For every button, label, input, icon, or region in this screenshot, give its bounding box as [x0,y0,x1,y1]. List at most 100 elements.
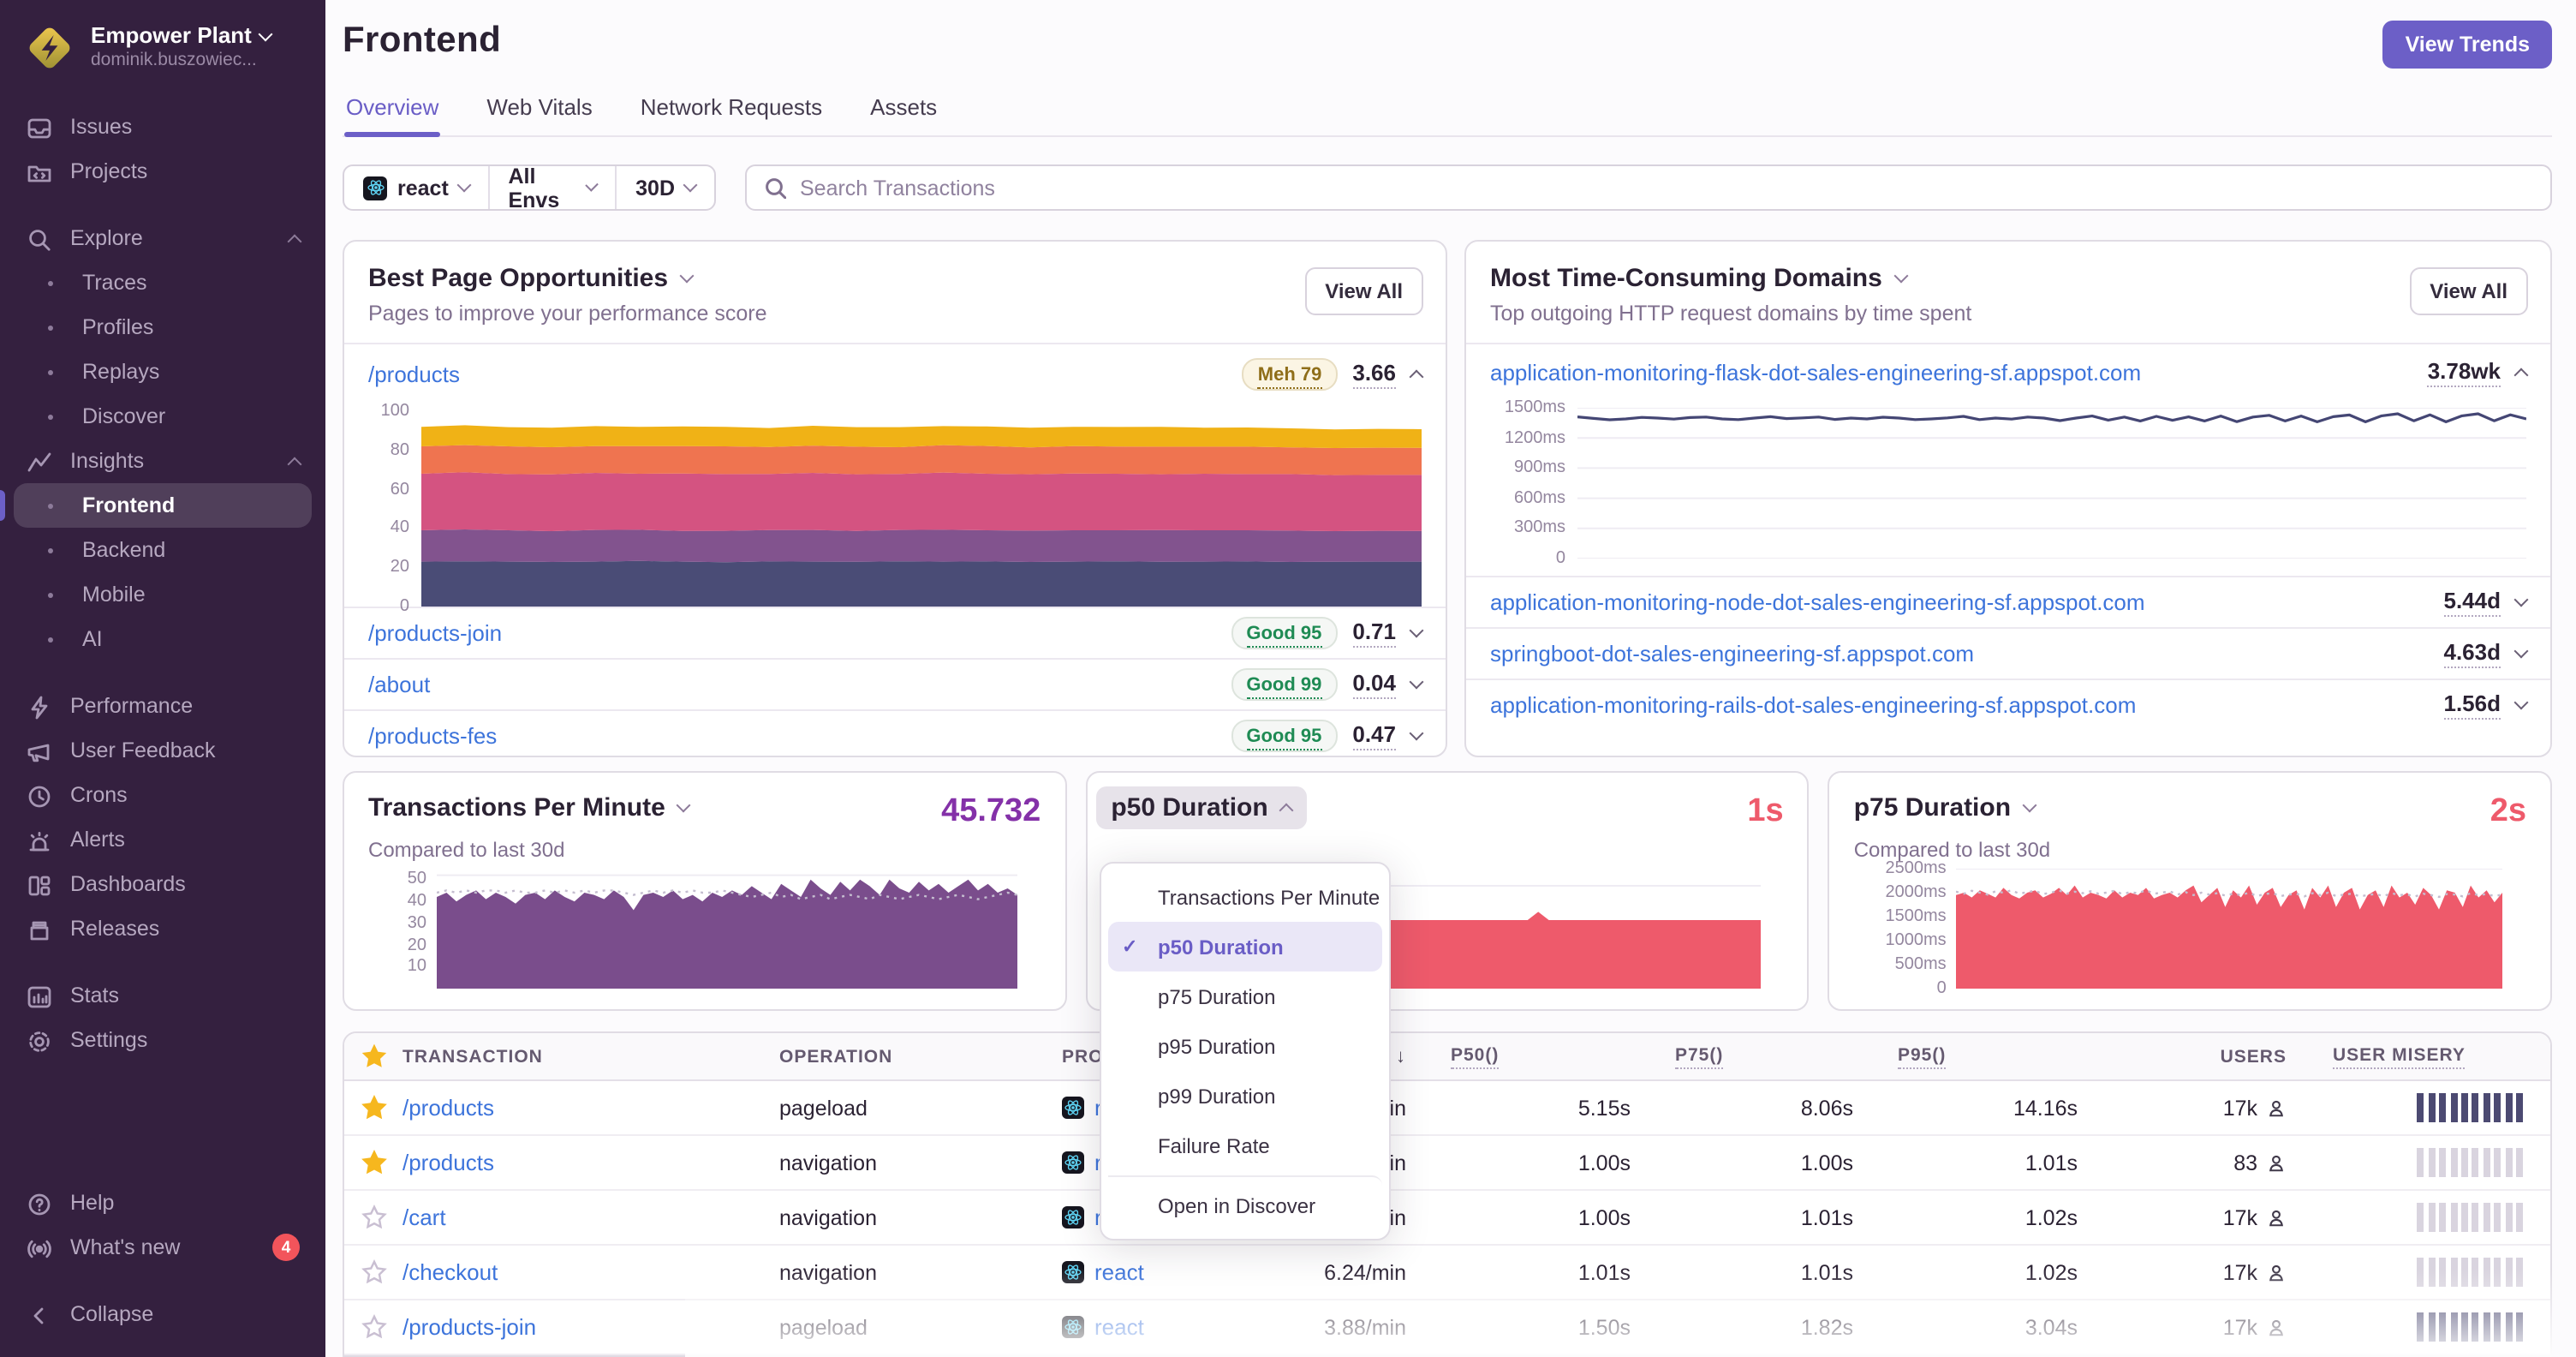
menu-item[interactable]: p99 Duration [1108,1071,1382,1121]
sidebar-item-ai[interactable]: AI [14,617,312,661]
chevron-down-icon[interactable] [1409,623,1424,638]
menu-item[interactable]: p75 Duration [1108,971,1382,1021]
project-filter[interactable]: react [344,166,488,209]
star-toggle[interactable] [344,1314,402,1340]
transaction-link[interactable]: /cart [402,1205,446,1230]
featured-page-row[interactable]: /products Meh 79 3.66 [344,344,1446,394]
time-spent-value[interactable]: 4.63d [2443,639,2501,668]
panel-title-group[interactable]: Best Page Opportunities [368,264,1422,293]
sidebar-item-backend[interactable]: Backend [14,528,312,572]
table-row[interactable]: /products navigation react /min 1.00s 1.… [344,1136,2550,1191]
opportunity-score[interactable]: 3.66 [1352,360,1396,389]
sidebar-item-mobile[interactable]: Mobile [14,572,312,617]
transaction-link[interactable]: /products [402,1095,494,1121]
chevron-down-icon[interactable] [2513,695,2529,710]
domain-row[interactable]: application-monitoring-rails-dot-sales-e… [1466,678,2550,730]
menu-item[interactable]: p95 Duration [1108,1021,1382,1071]
sidebar-item-profiles[interactable]: Profiles [14,305,312,350]
sidebar-item-crons[interactable]: Crons [14,773,312,817]
star-toggle[interactable] [344,1095,402,1121]
score-badge[interactable]: Good 99 [1231,668,1338,701]
sidebar-item-help[interactable]: Help [14,1181,312,1225]
opportunity-score[interactable]: 0.47 [1352,721,1396,750]
tab-assets[interactable]: Assets [868,94,939,135]
star-toggle[interactable] [344,1259,402,1285]
view-trends-button[interactable]: View Trends [2382,21,2552,69]
sidebar-item-user-feedback[interactable]: User Feedback [14,728,312,773]
domain-link[interactable]: springboot-dot-sales-engineering-sf.apps… [1490,641,1974,667]
date-range-filter[interactable]: 30D [617,166,714,209]
opportunity-score[interactable]: 0.71 [1352,619,1396,648]
time-spent-value[interactable]: 1.56d [2443,690,2501,720]
domain-link[interactable]: application-monitoring-flask-dot-sales-e… [1490,360,2141,386]
page-link[interactable]: /about [368,672,430,697]
sidebar-collapse-button[interactable]: Collapse [14,1292,312,1336]
column-header-p75[interactable]: P75() [1631,1044,1853,1068]
domain-row[interactable]: springboot-dot-sales-engineering-sf.apps… [1466,627,2550,678]
sidebar-item-alerts[interactable]: Alerts [14,817,312,862]
chevron-down-icon[interactable] [2513,643,2529,659]
sidebar-item-releases[interactable]: Releases [14,906,312,951]
transaction-link[interactable]: /products [402,1150,494,1175]
table-row[interactable]: /products pageload react /min 5.15s 8.06… [344,1081,2550,1136]
page-opportunity-row[interactable]: /about Good 99 0.04 [344,658,1446,709]
domain-link[interactable]: application-monitoring-node-dot-sales-en… [1490,589,2145,615]
domain-link[interactable]: application-monitoring-rails-dot-sales-e… [1490,692,2136,718]
menu-item[interactable]: Failure Rate [1108,1121,1382,1170]
page-link[interactable]: /products-join [368,620,502,646]
sidebar-item-whats-new[interactable]: What's new 4 [14,1225,312,1270]
sidebar-item-insights[interactable]: Insights [14,439,312,483]
menu-item[interactable]: Transactions Per Minute [1108,872,1382,922]
transaction-link[interactable]: /checkout [402,1259,498,1285]
column-header-user-misery[interactable]: User Misery [2287,1044,2550,1068]
table-row[interactable]: /checkout navigation react 6.24/min 1.01… [344,1246,2550,1300]
chevron-down-icon[interactable] [1409,726,1424,741]
sidebar-item-traces[interactable]: Traces [14,260,312,305]
chevron-up-icon[interactable] [1409,369,1424,385]
search-input[interactable] [800,176,2533,200]
tab-overview[interactable]: Overview [344,94,441,137]
project-link[interactable]: react [1094,1314,1144,1340]
table-row[interactable]: /cart navigation react 6.96/min 1.00s 1.… [344,1191,2550,1246]
view-all-button[interactable]: View All [1304,267,1423,315]
menu-item[interactable]: ✓ p50 Duration [1108,922,1382,971]
time-spent-value[interactable]: 5.44d [2443,588,2501,617]
tab-network-requests[interactable]: Network Requests [639,94,824,135]
page-link[interactable]: /products [368,362,460,387]
column-header-p95[interactable]: P95() [1853,1044,2078,1068]
domain-row[interactable]: application-monitoring-node-dot-sales-en… [1466,576,2550,627]
sidebar-item-discover[interactable]: Discover [14,394,312,439]
column-header-operation[interactable]: Operation [779,1046,1062,1067]
time-spent-value[interactable]: 3.78wk [2427,358,2501,387]
page-opportunity-row[interactable]: /products-fes Good 95 0.47 [344,709,1446,756]
chevron-down-icon[interactable] [2513,592,2529,607]
metric-selector-open[interactable]: p50 Duration [1095,786,1308,829]
metric-selector[interactable]: Transactions Per Minute [368,793,692,822]
page-opportunity-row[interactable]: /products-join Good 95 0.71 [344,607,1446,658]
sidebar-item-settings[interactable]: Settings [14,1018,312,1062]
metric-selector[interactable]: p75 Duration [1854,793,2037,822]
project-link[interactable]: react [1094,1259,1144,1285]
sidebar-item-frontend[interactable]: Frontend [0,483,312,528]
tab-web-vitals[interactable]: Web Vitals [485,94,593,135]
star-toggle[interactable] [344,1150,402,1175]
environment-filter[interactable]: All Envs [489,164,615,212]
score-badge[interactable]: Good 95 [1231,720,1338,752]
score-badge[interactable]: Meh 79 [1242,358,1338,391]
chevron-up-icon[interactable] [2513,368,2529,383]
sidebar-item-dashboards[interactable]: Dashboards [14,862,312,906]
sidebar-item-stats[interactable]: Stats [14,973,312,1018]
featured-domain-row[interactable]: application-monitoring-flask-dot-sales-e… [1466,344,2550,391]
star-column-header[interactable] [344,1043,402,1069]
page-link[interactable]: /products-fes [368,723,497,749]
sidebar-item-projects[interactable]: Projects [14,149,312,194]
view-all-button[interactable]: View All [2409,267,2528,315]
panel-title-group[interactable]: Most Time-Consuming Domains [1490,264,2526,293]
column-header-p50[interactable]: P50() [1406,1044,1631,1068]
score-badge[interactable]: Good 95 [1231,617,1338,649]
menu-item[interactable]: Open in Discover [1108,1175,1382,1230]
column-header-transaction[interactable]: Transaction [402,1046,779,1067]
chevron-down-icon[interactable] [1409,674,1424,690]
star-toggle[interactable] [344,1205,402,1230]
opportunity-score[interactable]: 0.04 [1352,670,1396,699]
